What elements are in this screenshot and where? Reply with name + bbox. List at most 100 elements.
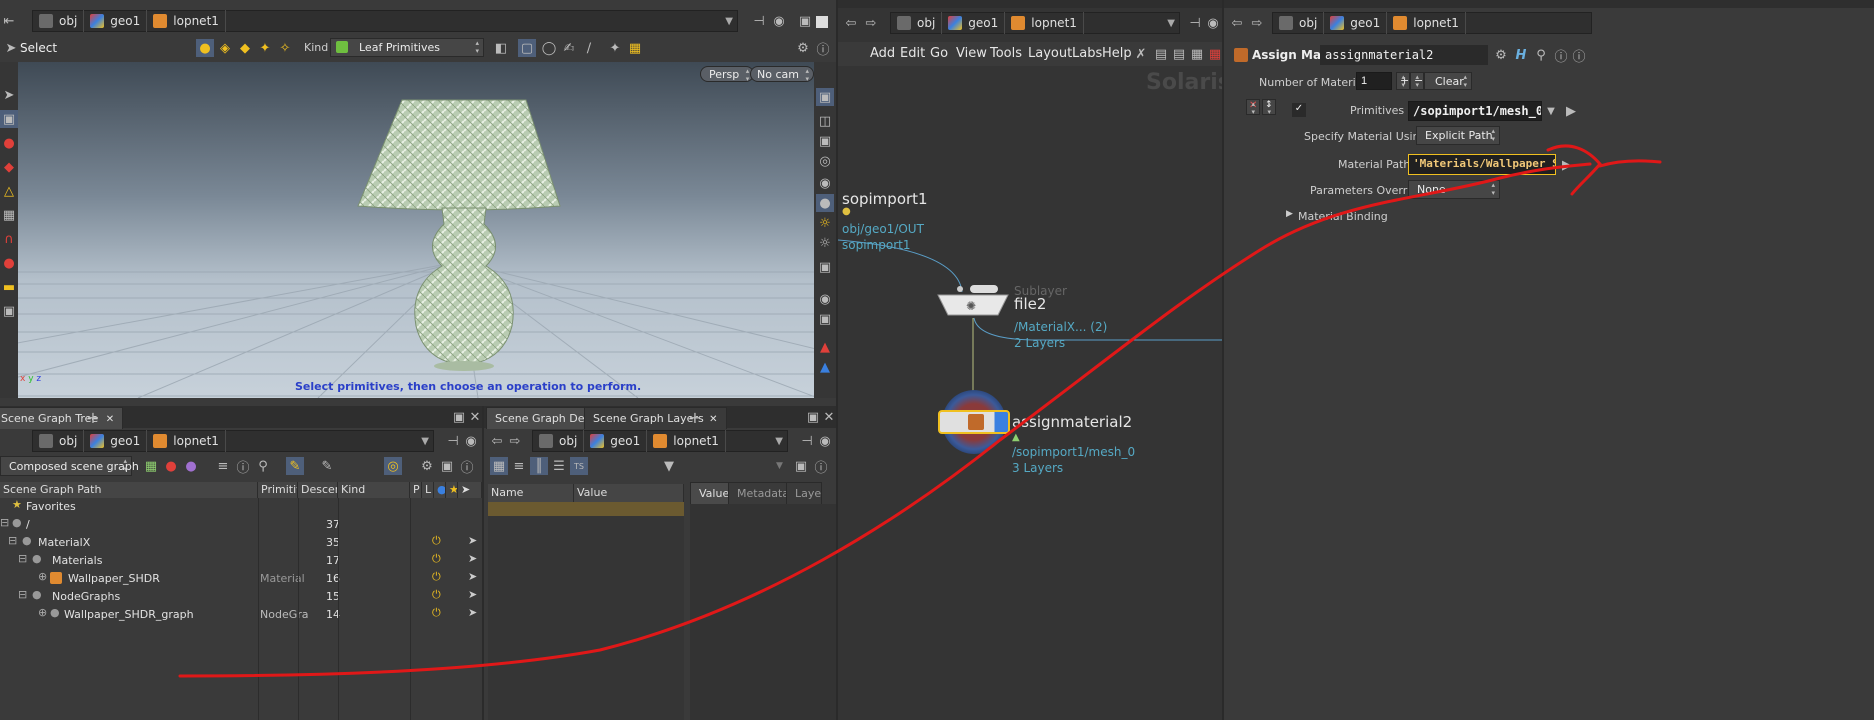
breadcrumb-lopnet1[interactable]: lopnet1 (147, 430, 226, 452)
help-icon[interactable]: ⓘ (458, 457, 476, 476)
clear-button[interactable]: Clear (1424, 72, 1472, 90)
help-icon[interactable]: ⓘ (812, 457, 830, 476)
insert-entry-button[interactable]: ↕ (1262, 99, 1276, 116)
breadcrumb-obj[interactable]: obj (533, 430, 585, 452)
composed-graph-dropdown[interactable]: Composed scene graph (0, 456, 139, 476)
select-icon[interactable]: ➤ (468, 588, 477, 601)
select-icon[interactable]: ➤ (468, 570, 477, 583)
3d-viewport[interactable]: Persp No cam Select primitives, then cho… (18, 62, 814, 398)
highlight-icon[interactable]: ✎ (286, 457, 304, 475)
select-prim-icon[interactable]: ◈ (216, 39, 234, 57)
ghost-icon[interactable]: ◎ (816, 152, 834, 170)
col-scene-graph-path[interactable]: Scene Graph Path (0, 482, 258, 498)
link-icon[interactable]: ◉ (462, 432, 480, 450)
vis-icon[interactable]: ◉ (816, 290, 834, 308)
help-icon[interactable]: ⓘ (1570, 46, 1588, 65)
col-value[interactable]: Value (574, 484, 684, 502)
expand-icon[interactable]: ⊟ (0, 516, 9, 529)
col-kind[interactable]: Kind (338, 482, 410, 498)
select-icon[interactable]: ➤ (468, 606, 477, 619)
specify-material-dropdown[interactable]: Explicit Path (1416, 126, 1500, 145)
col-select[interactable]: ➤ (458, 482, 482, 498)
tree-view-icon[interactable]: ▦ (490, 457, 508, 475)
select-icon[interactable]: ➤ (468, 552, 477, 565)
gear-icon[interactable]: ⚙ (794, 39, 812, 57)
filter-icon[interactable]: ◧ (492, 39, 510, 57)
help-icon[interactable]: ⓘ (814, 39, 832, 58)
funnel-icon[interactable]: ▼ (660, 457, 678, 475)
primitives-menu-icon[interactable]: ▼ (1542, 102, 1560, 120)
ruler-icon[interactable]: ▬ (0, 278, 18, 296)
select-icon[interactable]: ➤ (468, 534, 477, 547)
activate-icon[interactable]: ⏻ (432, 552, 441, 566)
remove-material-button[interactable]: − (1410, 72, 1424, 90)
headlight-icon[interactable]: ☼ (816, 234, 834, 252)
selected-attribute-row[interactable] (488, 502, 684, 516)
add-material-button[interactable]: + (1396, 72, 1410, 90)
tree-breadcrumb[interactable]: obj geo1 lopnet1 ▼ (32, 430, 434, 452)
node-sopimport1-name[interactable]: sopimport1 (842, 190, 928, 208)
material-path-menu-icon[interactable]: ▶ (1558, 156, 1576, 174)
pin-icon[interactable]: ⊣ (798, 432, 816, 450)
select-arrow-icon[interactable]: ➤ (2, 39, 20, 57)
col-name[interactable]: Name (488, 484, 574, 502)
list-view-icon[interactable]: ≡ (510, 457, 528, 475)
expand-arrow-icon[interactable]: ▶ (1286, 209, 1293, 219)
link-icon[interactable]: ◉ (816, 432, 834, 450)
select-primitives-icon[interactable]: ▶ (1562, 102, 1580, 120)
time-samples-icon[interactable]: TS (570, 457, 588, 475)
close-icon[interactable]: ✕ (106, 414, 114, 425)
brush-icon[interactable]: ✍ (560, 39, 578, 57)
breadcrumb-obj[interactable]: obj (1273, 12, 1325, 34)
chevron-down-icon[interactable]: ▼ (776, 461, 783, 471)
breadcrumb-geo1[interactable]: geo1 (1324, 12, 1388, 34)
edit-icon[interactable]: ✎ (318, 457, 336, 475)
tab-scene-graph-layers[interactable]: Scene Graph Layers ✕ (584, 407, 727, 429)
node-assignmaterial2-name[interactable]: assignmaterial2 (1012, 413, 1132, 431)
render-icon[interactable]: ▲ (816, 338, 834, 356)
primitives-field[interactable]: /sopimport1/mesh_0 (1408, 101, 1542, 121)
no-cam-menu[interactable]: No cam (750, 66, 814, 83)
scale-icon[interactable]: ▦ (0, 206, 18, 224)
select-point-icon[interactable]: ◆ (236, 39, 254, 57)
details-breadcrumb[interactable]: obj geo1 lopnet1 ▼ (532, 430, 788, 452)
back-icon[interactable]: ⇤ (0, 12, 18, 30)
col-l[interactable]: L (422, 482, 434, 498)
override-dropdown[interactable]: None (1408, 180, 1500, 199)
breadcrumb-lopnet1[interactable]: lopnet1 (647, 430, 726, 452)
rows-view-icon[interactable]: ☰ (550, 457, 568, 475)
num-materials-field[interactable]: 1 (1356, 72, 1392, 90)
geometry-icon[interactable]: ▲ (816, 358, 834, 376)
select-edge-icon[interactable]: ✦ (256, 39, 274, 57)
cube-icon[interactable]: ▣ (796, 12, 814, 30)
col-p[interactable]: P (410, 482, 422, 498)
camera-icon[interactable]: ▣ (0, 302, 18, 320)
persp-camera-menu[interactable]: Persp (700, 66, 755, 83)
expand-icon[interactable]: ⊟ (18, 552, 27, 565)
expand-icon[interactable]: ⊟ (8, 534, 17, 547)
tab-layers[interactable]: Laye (786, 482, 822, 504)
shadow-icon[interactable]: ▣ (816, 258, 834, 276)
breadcrumb-lopnet1[interactable]: lopnet1 (147, 10, 226, 32)
light-icon[interactable]: ● (816, 194, 834, 212)
activate-icon[interactable]: ⏻ (432, 606, 441, 620)
search-icon[interactable]: ⚲ (254, 457, 272, 475)
forward-icon[interactable]: ⇨ (1248, 14, 1266, 32)
visibility-icon[interactable]: ● (182, 457, 200, 475)
breadcrumb-lopnet1[interactable]: lopnet1 (1387, 12, 1466, 34)
breadcrumb-obj[interactable]: obj (33, 430, 85, 452)
select-vertex-icon[interactable]: ✧ (276, 39, 294, 57)
pin-icon[interactable]: ⊣ (750, 12, 768, 30)
kind-dropdown[interactable]: Leaf Primitives (330, 38, 484, 57)
col-descendants[interactable]: Descend (298, 482, 338, 498)
enable-checkbox[interactable]: ✓ (1292, 103, 1306, 117)
col-primitive-type[interactable]: Primitiv (258, 482, 298, 498)
snap-icon[interactable]: ● (0, 254, 18, 272)
lasso-icon[interactable]: ◯ (540, 39, 558, 57)
rotate-icon[interactable]: △ (0, 182, 18, 200)
magnet-icon[interactable]: ∩ (0, 230, 18, 248)
activate-icon[interactable]: ⏻ (432, 534, 441, 548)
activate-icon[interactable]: ⏻ (432, 570, 441, 584)
pane-close-icon[interactable]: ✕ (820, 408, 836, 426)
options-icon[interactable]: ≡ (214, 457, 232, 475)
